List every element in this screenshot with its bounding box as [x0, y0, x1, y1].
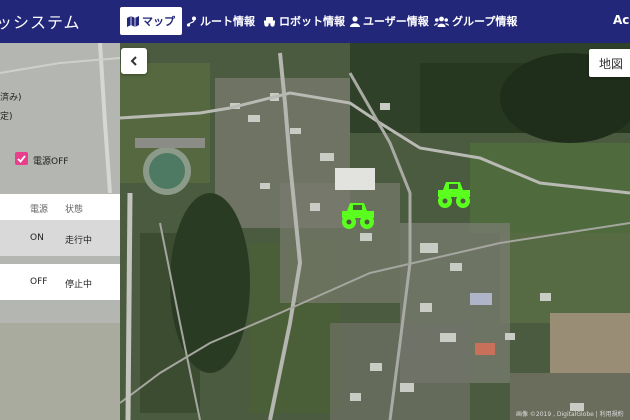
nav-group[interactable]: グループ情報: [434, 7, 517, 35]
header-status: 状態: [65, 205, 84, 215]
power-off-checkbox[interactable]: [15, 152, 28, 165]
user-menu[interactable]: Acm: [613, 13, 630, 27]
nav-route[interactable]: ルート情報: [186, 7, 255, 35]
nav-map-label: マップ: [142, 15, 175, 28]
collapse-sidebar-button[interactable]: [121, 48, 147, 74]
power-off-label[interactable]: 電源OFF: [33, 154, 68, 167]
app-brand[interactable]: ッシステム: [0, 9, 81, 33]
chevron-left-icon: [130, 56, 137, 66]
nav-group-label: グループ情報: [452, 15, 518, 28]
nav-user-label: ユーザー情報: [363, 15, 429, 28]
row-power: OFF: [30, 277, 48, 287]
nav-route-label: ルート情報: [200, 15, 255, 28]
robot-marker-2[interactable]: [435, 178, 473, 210]
satellite-imagery: [120, 43, 630, 420]
robot-icon: [264, 16, 275, 27]
sidebar-line-1: 済み): [0, 93, 22, 103]
user-icon: [350, 15, 360, 27]
route-icon: [186, 16, 196, 27]
map-attribution[interactable]: 画像 ©2019 , DigitalGlobe | 利用規約: [516, 409, 624, 418]
nav-robot-label: ロボット情報: [279, 15, 345, 28]
map-view[interactable]: [120, 43, 630, 420]
nav-map[interactable]: マップ: [120, 7, 182, 35]
row-power: ON: [30, 233, 44, 243]
row-status: 停止中: [65, 280, 93, 290]
check-icon: [17, 154, 26, 163]
row-status: 走行中: [65, 236, 93, 246]
sidebar-line-2: 定): [0, 112, 13, 122]
top-navbar: ッシステム マップ ルート情報 ロボット情報 ユーザー情報 グループ情報 Ac: [0, 0, 630, 43]
table-row[interactable]: OFF 停止中: [0, 264, 120, 300]
sidebar-panel: 済み) 定) 電源OFF 電源 状態 ON 走行中 OFF 停止中: [0, 43, 120, 420]
map-type-button[interactable]: 地図: [589, 49, 630, 77]
nav-user[interactable]: ユーザー情報: [350, 7, 429, 35]
nav-robot[interactable]: ロボット情報: [263, 7, 345, 35]
table-row[interactable]: ON 走行中: [0, 220, 120, 256]
group-icon: [434, 16, 449, 27]
robot-marker-1[interactable]: [339, 199, 377, 231]
robot-table-header: 電源 状態: [0, 194, 120, 220]
header-power: 電源: [30, 205, 49, 215]
map-icon: [127, 15, 139, 27]
